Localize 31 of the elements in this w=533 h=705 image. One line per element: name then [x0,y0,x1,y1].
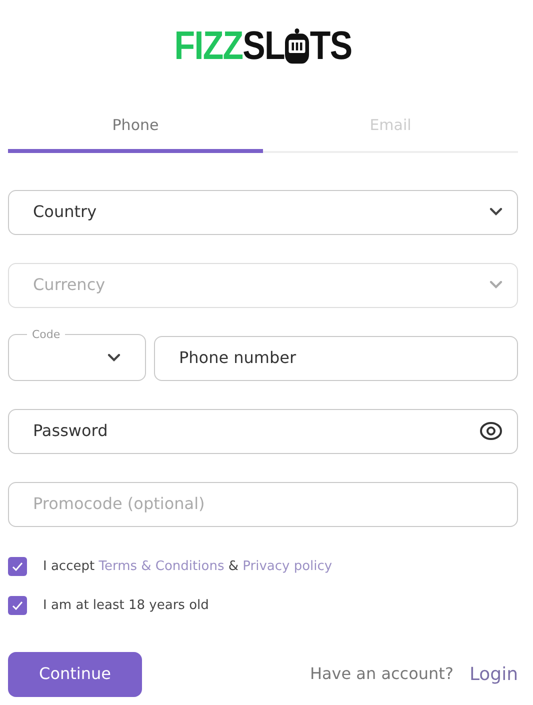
phone-field[interactable]: Phone number [154,336,518,380]
code-select[interactable]: Code [8,328,146,380]
chevron-down-icon [489,280,503,290]
checkbox[interactable] [8,556,27,576]
login-link[interactable]: Login [469,660,518,688]
field-label: Country [33,201,97,223]
input-field[interactable]: Promocode (optional) [8,482,518,526]
logo-text: FIZZ [174,23,243,70]
logo-text: SL [242,23,284,70]
checkbox-label: I accept Terms & Conditions & Privacy policy [43,558,332,576]
eye-icon[interactable] [479,421,503,441]
check-icon [12,562,23,571]
account-prompt: Have an account? [310,663,454,685]
checkbox-label: I am at least 18 years old [43,597,209,615]
placeholder-text: Currency [33,274,106,296]
chevron-down-icon [489,207,503,217]
chevron-down-icon [107,353,121,364]
password-field[interactable]: Password [8,408,518,454]
field-label: Password [33,420,108,442]
checkbox[interactable] [8,596,27,616]
check-icon [12,601,23,610]
floating-label: Code [31,328,62,340]
link[interactable]: Privacy policy [242,558,332,574]
link[interactable]: Terms & Conditions [98,558,224,574]
tab[interactable]: Phone [8,100,263,152]
logo-text: TS [310,23,352,70]
select-field[interactable]: Country [8,190,518,234]
placeholder-text: Promocode (optional) [33,493,205,515]
robot-icon [284,27,310,65]
field-label: Phone number [179,347,296,369]
continue-button[interactable]: Continue [8,652,142,696]
